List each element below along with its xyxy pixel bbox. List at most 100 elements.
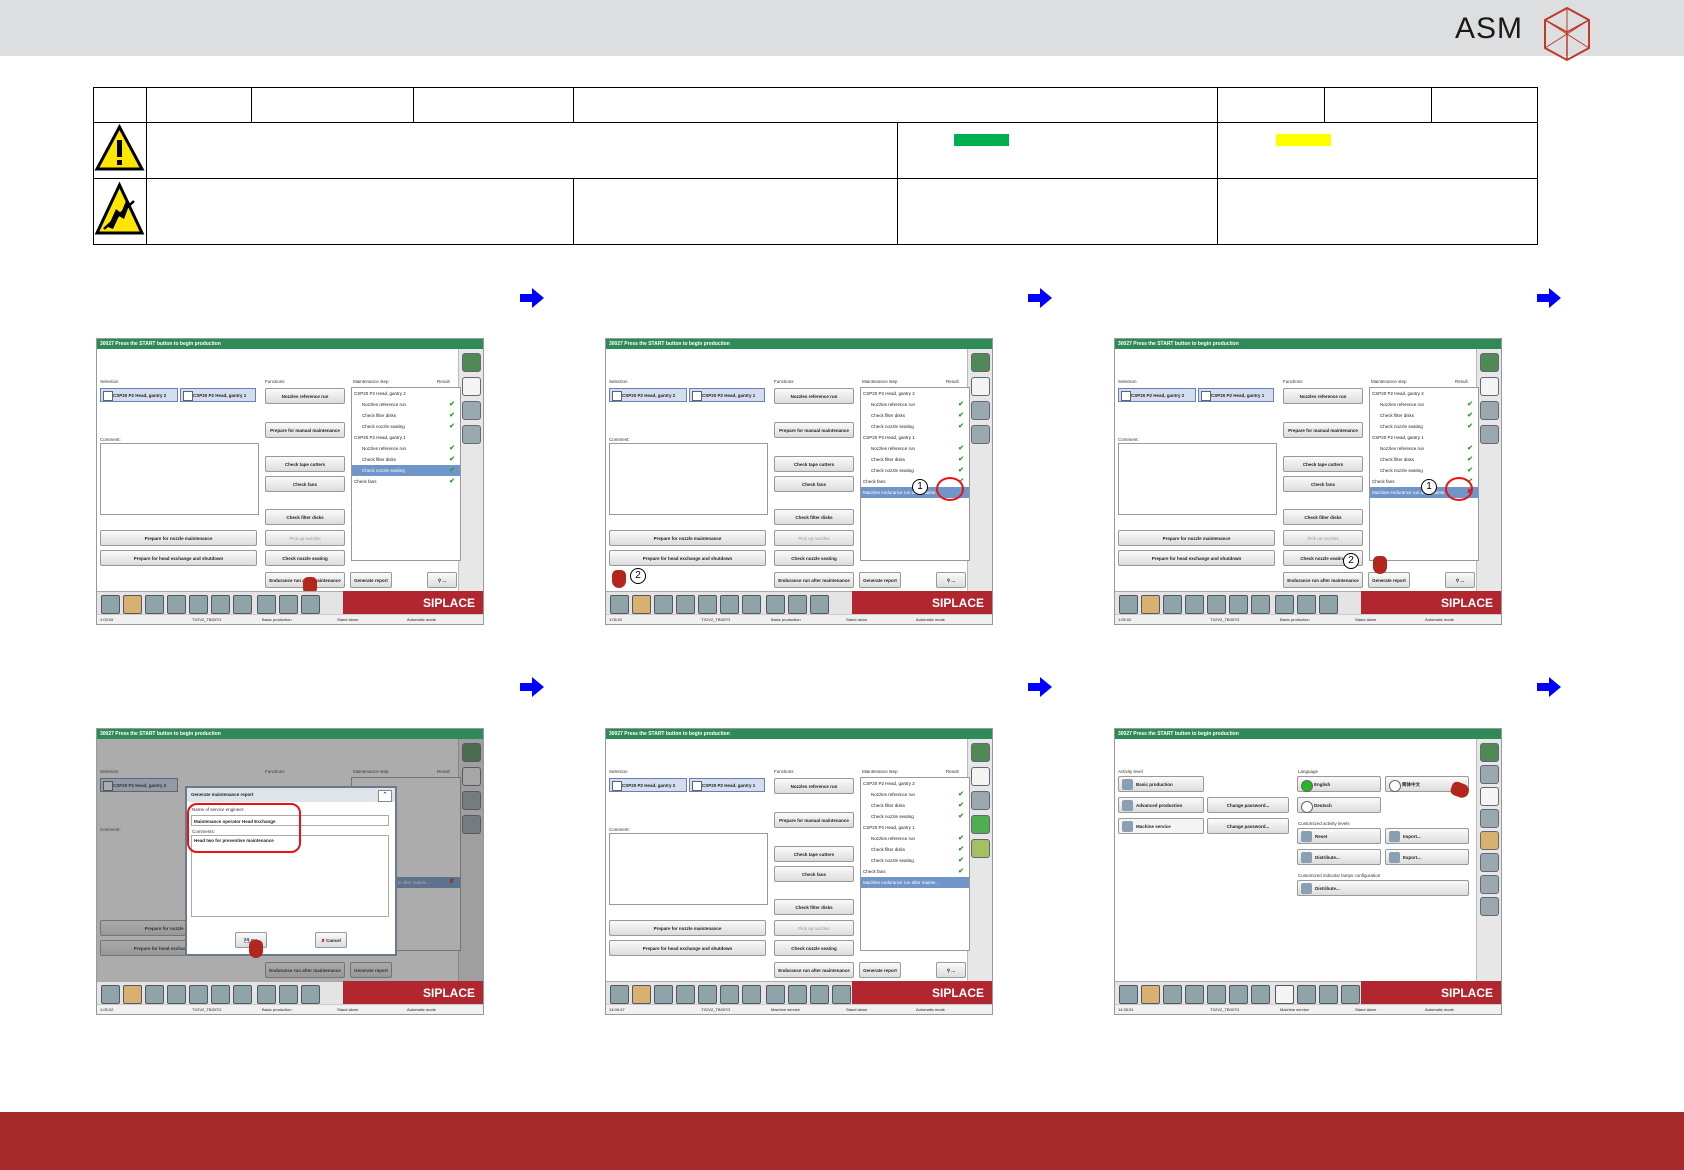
prepare-head-exchange-button[interactable]: Prepare for head exchange and shutdown (100, 550, 257, 566)
toolbar-icon[interactable] (167, 985, 186, 1004)
toolbar-icon[interactable] (1341, 985, 1360, 1004)
deutsch-radio[interactable]: Deutsch (1297, 797, 1381, 813)
list-item[interactable]: Check filter disks ✔ (1370, 410, 1478, 421)
generate-report-button[interactable]: Generate report (1368, 572, 1410, 588)
toolbar-icon[interactable] (1275, 595, 1294, 614)
check-filter-disks-button[interactable]: Check filter disks (265, 509, 345, 525)
toolbar-icon[interactable] (1275, 985, 1294, 1004)
prepare-head-exchange-button[interactable]: Prepare for head exchange and shutdown (609, 550, 766, 566)
toolbar-icon[interactable] (167, 595, 186, 614)
nozzle-reference-button[interactable]: Nozzles reference run (774, 388, 854, 404)
toolbar-icon[interactable] (123, 595, 142, 614)
toolbar-icon[interactable] (1297, 595, 1316, 614)
list-item[interactable]: Check nozzle seating ✔ (1370, 465, 1478, 476)
maintenance-step-list[interactable]: CSP20 P2 Head, gantry 2 Nozzles referenc… (351, 387, 461, 561)
toolbar-icon[interactable] (1251, 985, 1270, 1004)
toolbar-icon[interactable] (698, 985, 717, 1004)
toolbar-icon[interactable] (676, 985, 695, 1004)
check-fans-button[interactable]: Check fans (1283, 476, 1363, 492)
change-password-button[interactable]: Change password... (1207, 818, 1289, 834)
list-item[interactable]: Check nozzle seating ✔ (352, 421, 460, 432)
list-item[interactable]: Check nozzle seating ✔ (861, 811, 969, 822)
list-item[interactable]: Nozzles reference run ✔ (1370, 443, 1478, 454)
check-icon[interactable] (971, 815, 990, 834)
comment-textarea[interactable] (1118, 443, 1277, 515)
list-item[interactable]: Nozzles reference run ✔ (861, 399, 969, 410)
toolbar-icon[interactable] (279, 985, 298, 1004)
list-item[interactable]: Check nozzle seating ✔ (861, 465, 969, 476)
list-item[interactable]: Nozzles reference run ✔ (1370, 399, 1478, 410)
list-item[interactable]: Check nozzle seating ✔ (861, 855, 969, 866)
prepare-manual-button[interactable]: Prepare for manual maintenance (1283, 422, 1363, 438)
nozzle-reference-button[interactable]: Nozzles reference run (265, 388, 345, 404)
maintenance-icon[interactable] (462, 377, 481, 396)
check-tape-cutters-button[interactable]: Check tape cutters (774, 846, 854, 862)
search-button[interactable]: ⚲ ... (427, 572, 457, 588)
settings-icon[interactable] (1480, 875, 1499, 894)
toolbar-icon[interactable] (698, 595, 717, 614)
toolbar-icon[interactable] (788, 985, 807, 1004)
list-item[interactable]: Check filter disks ✔ (861, 800, 969, 811)
pick-up-nozzles-button[interactable]: Pick up nozzles (265, 530, 345, 546)
change-password-button[interactable]: Change password... (1207, 797, 1289, 813)
toolbar-icon[interactable] (1229, 985, 1248, 1004)
toolbar-icon[interactable] (123, 985, 142, 1004)
prepare-manual-button[interactable]: Prepare for manual maintenance (774, 812, 854, 828)
check-icon[interactable] (1480, 425, 1499, 444)
list-item[interactable]: CSP20 P2 Head, gantry 2 (861, 778, 969, 789)
toolbar-icon[interactable] (810, 985, 829, 1004)
toolbar-icon[interactable] (1229, 595, 1248, 614)
toolbar-icon[interactable] (632, 985, 651, 1004)
toolbar-icon[interactable] (211, 595, 230, 614)
head-gantry-1-select[interactable]: CSP20 P2 Head, gantry 1 (689, 778, 765, 792)
check-filter-disks-button[interactable]: Check filter disks (774, 899, 854, 915)
endurance-run-button[interactable]: Endurance run after maintenance (774, 572, 854, 588)
search-button[interactable]: ⚲ ... (936, 962, 966, 978)
list-item[interactable]: CSP20 P2 Head, gantry 1 (861, 822, 969, 833)
maintenance-icon[interactable] (971, 767, 990, 786)
prepare-manual-button[interactable]: Prepare for manual maintenance (774, 422, 854, 438)
list-item[interactable]: CSP20 P2 Head, gantry 2 (861, 388, 969, 399)
reset-button[interactable]: Reset (1297, 828, 1381, 844)
toolbar-icon[interactable] (301, 985, 320, 1004)
toolbar-icon[interactable] (1297, 985, 1316, 1004)
settings-icon[interactable] (1480, 809, 1499, 828)
user-icon[interactable] (1480, 787, 1499, 806)
toolbar-icon[interactable] (1141, 595, 1160, 614)
check-nozzle-seating-button[interactable]: Check nozzle seating (774, 940, 854, 956)
check-fans-button[interactable]: Check fans (774, 476, 854, 492)
toolbar-icon[interactable] (610, 595, 629, 614)
settings-icon[interactable] (1480, 897, 1499, 916)
check-icon[interactable] (971, 839, 990, 858)
check-nozzle-seating-button[interactable]: Check nozzle seating (265, 550, 345, 566)
check-icon[interactable] (971, 425, 990, 444)
pick-up-nozzles-button[interactable]: Pick up nozzles (774, 920, 854, 936)
toolbar-icon[interactable] (1119, 595, 1138, 614)
prepare-nozzle-button[interactable]: Prepare for nozzle maintenance (100, 530, 257, 546)
toolbar-icon[interactable] (279, 595, 298, 614)
toolbar-icon[interactable] (257, 985, 276, 1004)
endurance-run-button[interactable]: Endurance run after maintenance (1283, 572, 1363, 588)
list-item[interactable]: CSP20 P2 Head, gantry 1 (1370, 432, 1478, 443)
help-icon[interactable] (1480, 353, 1499, 372)
help-icon[interactable] (971, 743, 990, 762)
head-gantry-1-select[interactable]: CSP20 P2 Head, gantry 1 (1198, 388, 1274, 402)
advanced-production-button[interactable]: Advanced production (1118, 797, 1204, 813)
toolbar-icon[interactable] (301, 595, 320, 614)
toolbar-icon[interactable] (233, 985, 252, 1004)
toolbar-icon[interactable] (101, 595, 120, 614)
distribute-button[interactable]: Distribute... (1297, 849, 1381, 865)
nozzle-reference-button[interactable]: Nozzles reference run (774, 778, 854, 794)
stack-icon[interactable] (462, 401, 481, 420)
prepare-manual-button[interactable]: Prepare for manual maintenance (265, 422, 345, 438)
stack-icon[interactable] (971, 401, 990, 420)
list-item[interactable]: Check filter disks ✔ (861, 454, 969, 465)
list-item[interactable]: Check nozzle seating ✔ (1370, 421, 1478, 432)
basic-production-button[interactable]: Basic production (1118, 776, 1204, 792)
toolbar-icon[interactable] (1207, 595, 1226, 614)
check-filter-disks-button[interactable]: Check filter disks (1283, 509, 1363, 525)
stack-icon[interactable] (971, 791, 990, 810)
list-item[interactable]: CSP20 P2 Head, gantry 2 (352, 388, 460, 399)
comment-textarea[interactable] (609, 833, 768, 905)
toolbar-icon[interactable] (189, 985, 208, 1004)
